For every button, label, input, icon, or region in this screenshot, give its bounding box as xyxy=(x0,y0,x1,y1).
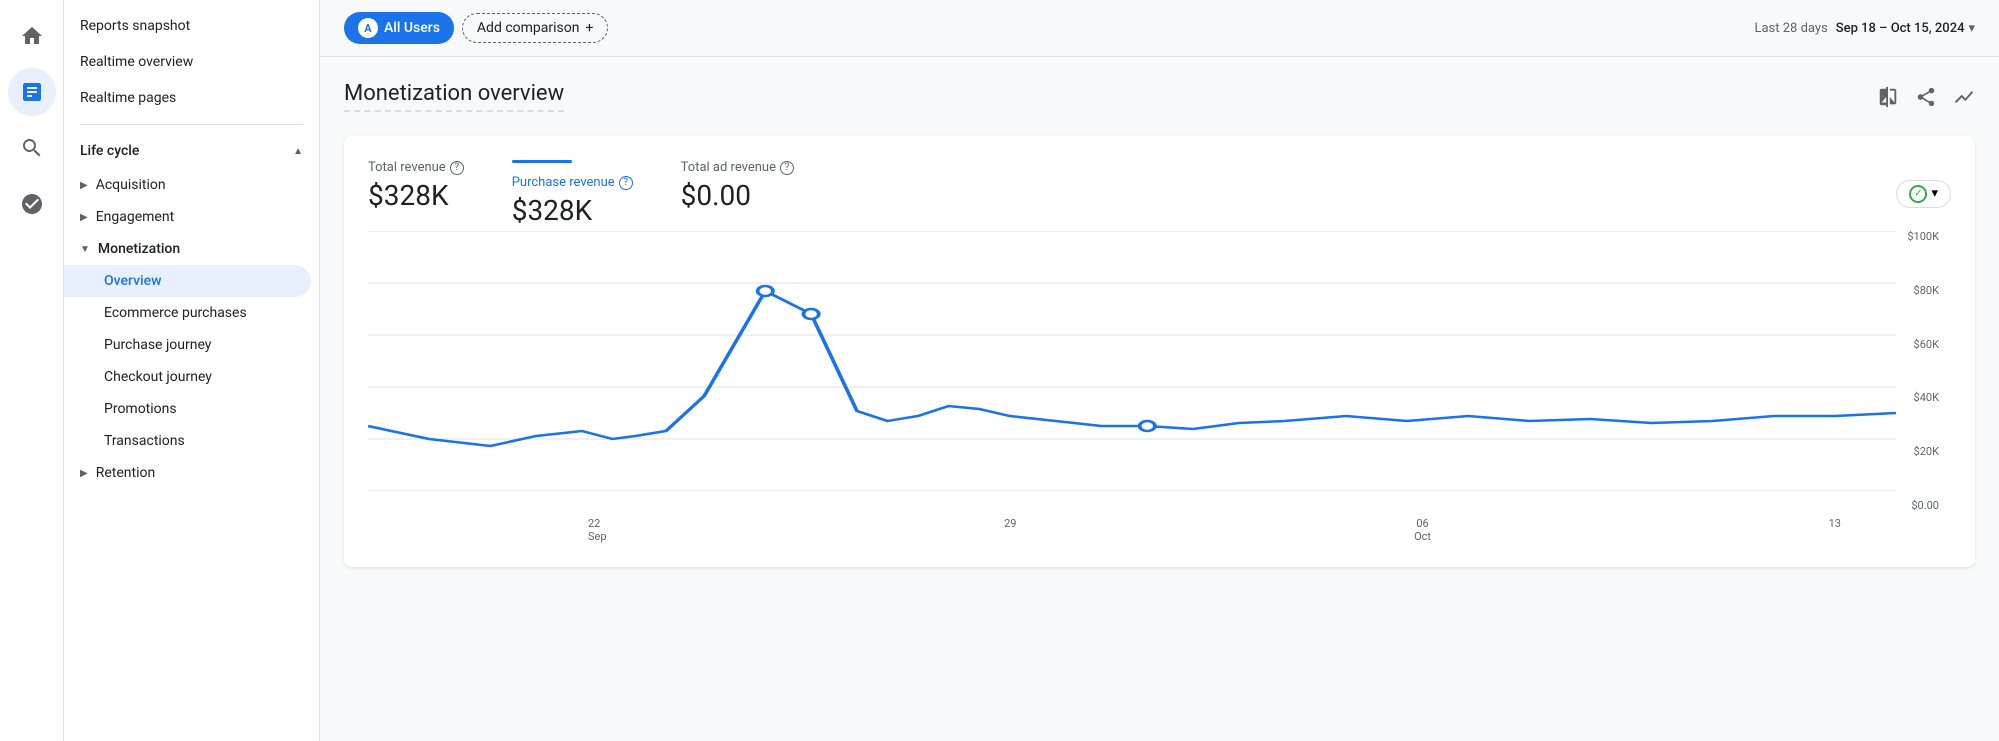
audience-explore-icon[interactable] xyxy=(8,180,56,228)
purchase-revenue-label: Purchase revenue ? xyxy=(512,175,633,190)
sidebar-divider xyxy=(80,124,303,125)
purchase-revenue-metric: Purchase revenue ? $328K xyxy=(512,160,633,227)
page-header: Monetization overview xyxy=(344,81,1975,112)
y-label-100k: $100K xyxy=(1907,231,1939,242)
acquisition-label: Acquisition xyxy=(96,177,166,193)
home-icon[interactable] xyxy=(8,12,56,60)
analytics-icon[interactable] xyxy=(8,68,56,116)
checkout-journey-nav-item[interactable]: Checkout journey xyxy=(64,361,311,393)
engagement-group-item[interactable]: ▶ Engagement xyxy=(64,201,319,233)
top-bar-right: Last 28 days Sep 18 – Oct 15, 2024 ▾ xyxy=(1754,21,1975,36)
total-ad-revenue-info-icon[interactable]: ? xyxy=(780,161,794,175)
monetization-group-item[interactable]: ▼ Monetization xyxy=(64,233,319,265)
page-header-actions xyxy=(1877,86,1975,108)
realtime-overview-item[interactable]: Realtime overview xyxy=(64,44,311,80)
top-bar-left: A All Users Add comparison + xyxy=(344,12,608,44)
chart-second-dot xyxy=(803,309,818,319)
purchase-revenue-value: $328K xyxy=(512,194,633,227)
chip-label: All Users xyxy=(384,20,440,36)
purchase-revenue-info-icon[interactable]: ? xyxy=(619,176,633,190)
add-comparison-label: Add comparison xyxy=(477,20,580,36)
overview-nav-item[interactable]: Overview xyxy=(64,265,311,297)
y-label-60k: $60K xyxy=(1914,339,1939,350)
date-range-value: Sep 18 – Oct 15, 2024 xyxy=(1836,21,1965,36)
status-check-icon: ✓ xyxy=(1909,185,1927,203)
compare-columns-icon[interactable] xyxy=(1877,86,1899,108)
icon-bar xyxy=(0,0,64,741)
x-label-oct13: 13 xyxy=(1829,517,1841,543)
y-label-40k: $40K xyxy=(1914,392,1939,403)
total-revenue-label: Total revenue ? xyxy=(368,160,464,175)
date-prefix: Last 28 days xyxy=(1754,21,1827,36)
date-range-selector[interactable]: Sep 18 – Oct 15, 2024 ▾ xyxy=(1836,21,1975,36)
engagement-chevron: ▶ xyxy=(80,212,88,223)
page-title: Monetization overview xyxy=(344,81,564,112)
lifecycle-chevron: ▲ xyxy=(293,146,303,157)
top-bar: A All Users Add comparison + Last 28 day… xyxy=(320,0,1999,57)
total-revenue-info-icon[interactable]: ? xyxy=(450,161,464,175)
chip-avatar: A xyxy=(358,18,378,38)
engagement-label: Engagement xyxy=(96,209,174,225)
chart-peak-dot xyxy=(758,286,773,296)
chart-trough-dot xyxy=(1140,421,1155,431)
lifecycle-label: Life cycle xyxy=(80,143,139,159)
y-label-0: $0.00 xyxy=(1911,500,1939,511)
search-reports-icon[interactable] xyxy=(8,124,56,172)
chart-area: $100K $80K $60K $40K $20K $0.00 22 Sep xyxy=(368,231,1951,543)
total-revenue-metric: Total revenue ? $328K xyxy=(368,160,464,212)
acquisition-chevron: ▶ xyxy=(80,180,88,191)
chart-card: Total revenue ? $328K Purchase revenue ?… xyxy=(344,136,1975,567)
date-dropdown-icon: ▾ xyxy=(1968,21,1975,36)
revenue-chart-svg xyxy=(368,231,1896,491)
add-comparison-chip[interactable]: Add comparison + xyxy=(462,13,609,43)
x-label-sep22: 22 Sep xyxy=(588,517,607,543)
total-ad-revenue-value: $0.00 xyxy=(681,179,794,212)
y-label-80k: $80K xyxy=(1914,285,1939,296)
retention-label: Retention xyxy=(96,465,156,481)
y-axis: $100K $80K $60K $40K $20K $0.00 xyxy=(1896,231,1951,511)
status-dropdown-icon: ▾ xyxy=(1931,186,1938,201)
transactions-nav-item[interactable]: Transactions xyxy=(64,425,311,457)
monetization-label: Monetization xyxy=(98,241,180,257)
lifecycle-group: ▶ Acquisition ▶ Engagement ▼ Monetizatio… xyxy=(64,169,319,489)
sidebar: Reports snapshot Realtime overview Realt… xyxy=(64,0,320,741)
purchase-journey-nav-item[interactable]: Purchase journey xyxy=(64,329,311,361)
ecommerce-purchases-nav-item[interactable]: Ecommerce purchases xyxy=(64,297,311,329)
total-revenue-value: $328K xyxy=(368,179,464,212)
realtime-pages-item[interactable]: Realtime pages xyxy=(64,80,311,116)
status-button[interactable]: ✓ ▾ xyxy=(1896,180,1951,208)
promotions-nav-item[interactable]: Promotions xyxy=(64,393,311,425)
x-label-oct06: 06 Oct xyxy=(1414,517,1431,543)
insights-icon[interactable] xyxy=(1953,86,1975,108)
total-ad-revenue-metric: Total ad revenue ? $0.00 xyxy=(681,160,794,212)
x-axis: 22 Sep 29 06 Oct 13 xyxy=(368,517,1951,543)
metrics-header-row: Total revenue ? $328K Purchase revenue ?… xyxy=(368,160,1951,227)
acquisition-group-item[interactable]: ▶ Acquisition xyxy=(64,169,319,201)
lifecycle-section-header[interactable]: Life cycle ▲ xyxy=(64,133,319,169)
y-label-20k: $20K xyxy=(1914,446,1939,457)
reports-snapshot-item[interactable]: Reports snapshot xyxy=(64,8,311,44)
all-users-chip[interactable]: A All Users xyxy=(344,12,454,44)
total-ad-revenue-label: Total ad revenue ? xyxy=(681,160,794,175)
purchase-revenue-indicator xyxy=(512,160,572,163)
retention-chevron: ▶ xyxy=(80,468,88,479)
retention-group-item[interactable]: ▶ Retention xyxy=(64,457,319,489)
x-label-sep29: 29 xyxy=(1004,517,1016,543)
main-content: A All Users Add comparison + Last 28 day… xyxy=(320,0,1999,741)
share-icon[interactable] xyxy=(1915,86,1937,108)
plus-icon: + xyxy=(585,20,593,36)
content-area: Monetization overview xyxy=(320,57,1999,741)
monetization-chevron: ▼ xyxy=(80,244,90,255)
